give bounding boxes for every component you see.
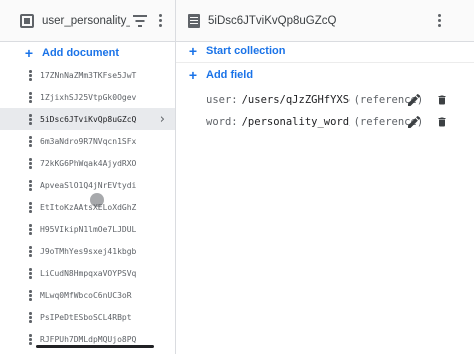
document-list-item[interactable]: 1ZjixhSJ25VtpGk0Ogev xyxy=(0,86,175,108)
document-id: 72kKG6PhWqak4AjydRXO xyxy=(40,158,137,168)
document-more-icon[interactable] xyxy=(29,136,32,147)
document-more-icon[interactable] xyxy=(29,334,32,345)
edit-icon[interactable] xyxy=(406,114,422,130)
collection-panel: user_personality_w… + Add document 17ZNn… xyxy=(0,0,176,354)
field-key: user: xyxy=(206,94,238,106)
document-list-item[interactable]: LiCudN8HmpqxaVOYPSVq xyxy=(0,262,175,284)
document-list: 17ZNnNaZMm3TKFse5JwT 1ZjixhSJ25VtpGk0Ogev… xyxy=(0,64,175,350)
document-id: 6m3aNdro9R7NVqcn1SFx xyxy=(40,136,137,146)
document-more-icon[interactable] xyxy=(29,92,32,103)
field-row-user: user: /users/qJzZGHfYXSdCn (reference) xyxy=(206,90,423,110)
document-list-item[interactable]: 5iDsc6JTviKvQp8uGZcQ › xyxy=(0,108,175,130)
document-more-icon[interactable] xyxy=(29,290,32,301)
add-field-label: Add field xyxy=(206,69,254,81)
plus-icon: + xyxy=(24,45,34,61)
document-id: LiCudN8HmpqxaVOYPSVq xyxy=(40,268,137,278)
document-id: EtItoKzAAtsXELoXdGhZ xyxy=(40,202,137,212)
divider xyxy=(176,62,474,63)
document-more-icon[interactable] xyxy=(29,202,32,213)
collection-icon xyxy=(20,13,34,28)
document-list-item[interactable]: H95VIkipN1lmOe7LJDUL xyxy=(0,218,175,240)
document-list-item[interactable]: MLwq0MfWbcoC6nUC3oR xyxy=(0,284,175,306)
collection-header: user_personality_w… xyxy=(0,0,175,42)
document-id: 5iDsc6JTviKvQp8uGZcQ xyxy=(40,114,137,124)
field-row-word: word: /personality_word/X3Q5E (reference… xyxy=(206,112,423,132)
chevron-right-icon: › xyxy=(159,112,165,127)
document-list-item[interactable]: ApveaSlO1Q4jNrEVtydi xyxy=(0,174,175,196)
document-list-item[interactable]: EtItoKzAAtsXELoXdGhZ xyxy=(0,196,175,218)
add-document-button[interactable]: + Add document xyxy=(22,42,119,64)
document-id: H95VIkipN1lmOe7LJDUL xyxy=(40,224,137,234)
field-value[interactable]: /users/qJzZGHfYXSdCn xyxy=(242,94,350,106)
collection-more-icon[interactable] xyxy=(159,14,163,28)
start-collection-button[interactable]: + Start collection xyxy=(186,42,286,60)
field-value[interactable]: /personality_word/X3Q5E xyxy=(242,116,350,128)
collection-title: user_personality_w… xyxy=(42,14,130,27)
document-list-item[interactable]: 17ZNnNaZMm3TKFse5JwT xyxy=(0,64,175,86)
filter-icon[interactable] xyxy=(133,15,147,27)
document-more-icon[interactable] xyxy=(438,14,442,28)
document-id: RJFPUh7DMLdpMQUjo8PQ xyxy=(40,334,137,344)
document-id: PsIPeDtESboSCL4RBpt xyxy=(40,312,132,322)
document-more-icon[interactable] xyxy=(29,158,32,169)
document-more-icon[interactable] xyxy=(29,312,32,323)
document-more-icon[interactable] xyxy=(29,70,32,81)
document-more-icon[interactable] xyxy=(29,246,32,257)
document-id: MLwq0MfWbcoC6nUC3oR xyxy=(40,290,132,300)
add-field-button[interactable]: + Add field xyxy=(186,66,253,84)
home-indicator-bar xyxy=(36,345,154,348)
add-document-label: Add document xyxy=(42,47,119,59)
document-list-item[interactable]: 72kKG6PhWqak4AjydRXO xyxy=(0,152,175,174)
edit-icon[interactable] xyxy=(406,92,422,108)
document-panel: 5iDsc6JTviKvQp8uGZcQ + Start collection … xyxy=(176,0,474,354)
touch-cursor xyxy=(90,193,104,207)
document-id: 17ZNnNaZMm3TKFse5JwT xyxy=(40,70,137,80)
delete-icon[interactable] xyxy=(436,93,448,107)
delete-icon[interactable] xyxy=(436,115,448,129)
document-list-item[interactable]: PsIPeDtESboSCL4RBpt xyxy=(0,306,175,328)
plus-icon: + xyxy=(188,43,198,59)
field-key: word: xyxy=(206,116,238,128)
document-id: J9oTMhYes9sxej41kbgb xyxy=(40,246,137,256)
start-collection-label: Start collection xyxy=(206,45,286,57)
document-list-item[interactable]: J9oTMhYes9sxej41kbgb xyxy=(0,240,175,262)
document-more-icon[interactable] xyxy=(29,268,32,279)
document-icon xyxy=(188,13,200,28)
document-more-icon[interactable] xyxy=(29,180,32,191)
document-more-icon[interactable] xyxy=(29,114,32,125)
document-header: 5iDsc6JTviKvQp8uGZcQ xyxy=(176,0,474,42)
plus-icon: + xyxy=(188,67,198,83)
document-id: 1ZjixhSJ25VtpGk0Ogev xyxy=(40,92,137,102)
document-list-item[interactable]: 6m3aNdro9R7NVqcn1SFx xyxy=(0,130,175,152)
document-title: 5iDsc6JTviKvQp8uGZcQ xyxy=(208,14,337,27)
document-id: ApveaSlO1Q4jNrEVtydi xyxy=(40,180,137,190)
document-more-icon[interactable] xyxy=(29,224,32,235)
